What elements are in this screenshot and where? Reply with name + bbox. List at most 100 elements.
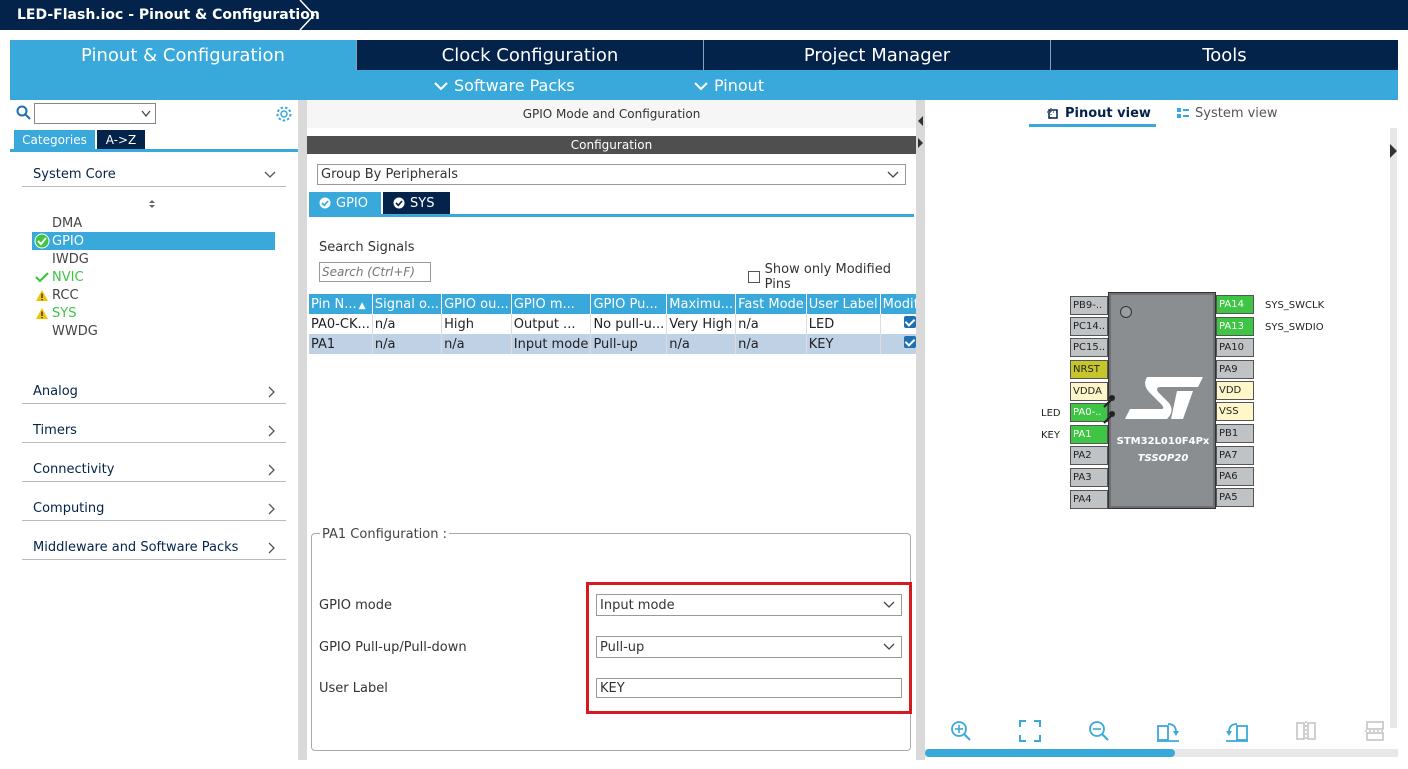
software-packs-menu[interactable]: Software Packs [434,76,575,95]
pin-pb9[interactable]: PB9-.. [1070,296,1108,315]
tab-categories[interactable]: Categories [14,130,95,149]
col-header[interactable]: Fast Mode [735,294,807,314]
list-item-iwdg[interactable]: IWDG [32,250,275,268]
chevron-right-icon [268,542,275,553]
pin-pc14[interactable]: PC14.. [1070,317,1108,336]
pin-table: Pin N... ▲ Signal o... GPIO ou... GPIO m.… [309,294,942,354]
table-cell: LED [806,314,881,334]
splitter-right[interactable] [916,100,925,760]
tab-pinout-view[interactable]: Pinout view [1046,106,1151,121]
warning-icon [32,289,52,302]
tab-gpio[interactable]: GPIO [309,192,381,214]
col-header[interactable]: Pin N... ▲ [309,294,373,314]
tab-system-view[interactable]: System view [1176,106,1278,121]
list-item-sys[interactable]: SYS [32,304,275,322]
col-header[interactable]: GPIO ou... [441,294,512,314]
pin-pa10[interactable]: PA10 [1216,338,1254,357]
section-middleware[interactable]: Middleware and Software Packs [22,536,286,560]
tab-project-manager[interactable]: Project Manager [704,40,1051,70]
collapse-arrow-icon[interactable] [917,116,924,126]
section-timers[interactable]: Timers [22,419,286,443]
tab-tools[interactable]: Tools [1051,40,1398,70]
pin-pa9[interactable]: PA9 [1216,360,1254,379]
tab-clock-configuration[interactable]: Clock Configuration [357,40,704,70]
title-bar: LED-Flash.ioc - Pinout & Configuration [0,0,1408,30]
vertical-scrollbar[interactable] [1390,128,1397,728]
col-header[interactable]: Signal o... [372,294,443,314]
pin-pc15[interactable]: PC15.. [1070,338,1108,357]
pin-pb1[interactable]: PB1 [1216,424,1254,443]
list-item-label: RCC [52,287,79,303]
chevron-right-icon [268,425,275,436]
mcu-chip[interactable]: STM32L010F4Px TSSOP20 [1108,292,1216,509]
pin-pa14[interactable]: PA14 [1216,295,1254,314]
horizontal-scrollbar[interactable] [925,749,1398,757]
show-modified-checkbox[interactable]: Show only Modified Pins [748,262,916,292]
chevron-right-icon [268,386,275,397]
search-combo[interactable] [34,103,156,124]
table-cell: PA1 [309,334,373,354]
list-item-label: IWDG [52,251,89,267]
pin-nrst[interactable]: NRST [1070,360,1108,379]
chevron-right-icon [268,503,275,514]
table-row[interactable]: PA0-CK... n/a High Output ... No pull-u.… [309,314,942,334]
checked-checkbox-icon[interactable] [904,316,917,328]
col-header[interactable]: GPIO Pu... [590,294,668,314]
list-item-gpio[interactable]: GPIO [32,232,275,250]
pin-pa6[interactable]: PA6 [1216,467,1254,486]
section-computing[interactable]: Computing [22,497,286,521]
col-header[interactable]: User Label [806,294,881,314]
pinout-menu-label: Pinout [714,76,765,95]
pinout-menu[interactable]: Pinout [694,76,764,95]
list-icon [1177,107,1189,118]
pin-pa7[interactable]: PA7 [1216,446,1254,465]
list-item-dma[interactable]: DMA [32,214,275,232]
list-item-rcc[interactable]: RCC [32,286,275,304]
zoom-in-icon[interactable] [948,719,974,743]
table-cell: n/a [735,314,807,334]
pa1-configuration-title: PA1 Configuration : [320,527,449,542]
pin-pa5[interactable]: PA5 [1216,488,1254,507]
section-analog[interactable]: Analog [22,380,286,404]
fit-screen-icon[interactable] [1017,719,1043,743]
section-label: Analog [33,384,78,399]
expand-arrow-icon[interactable] [917,138,924,148]
sort-asc-icon: ▲ [358,300,366,311]
tab-a-z[interactable]: A->Z [97,130,145,149]
sort-icon[interactable] [148,199,156,209]
col-header[interactable]: Maximu... [666,294,737,314]
flip-vertical-icon[interactable] [1293,719,1319,743]
section-system-core[interactable]: System Core [22,163,286,187]
list-item-nvic[interactable]: NVIC [32,268,275,286]
pin-vss[interactable]: VSS [1216,402,1254,421]
splitter-left[interactable] [298,100,307,760]
pin-pa2[interactable]: PA2 [1070,446,1108,465]
checked-checkbox-icon[interactable] [904,336,917,348]
rotate-right-icon[interactable] [1155,719,1181,743]
pin-pa1[interactable]: PA1 [1070,425,1108,444]
pin-vdd[interactable]: VDD [1216,381,1254,400]
signal-label-swdio: SYS_SWDIO [1265,322,1324,333]
table-row[interactable]: PA1 n/a n/a Input mode Pull-up n/a n/a K… [309,334,942,354]
zoom-out-icon[interactable] [1086,719,1112,743]
search-signals-input[interactable] [319,262,431,282]
tab-sys[interactable]: SYS [383,192,450,214]
scrollbar-thumb[interactable] [925,749,1175,757]
tab-sys-label: SYS [410,195,435,211]
pin-pa13[interactable]: PA13 [1216,317,1254,336]
scroll-arrow-icon[interactable] [1390,144,1397,158]
flip-horizontal-icon[interactable] [1362,719,1388,743]
list-item-wwdg[interactable]: WWDG [32,322,275,340]
gear-icon[interactable] [275,105,293,123]
table-cell: KEY [806,334,881,354]
tab-pinout-configuration[interactable]: Pinout & Configuration [10,40,357,70]
group-by-select[interactable]: Group By Peripherals [317,164,906,185]
configuration-bar: Configuration [307,136,916,154]
table-cell: High [441,314,512,334]
section-label: Computing [33,501,105,516]
section-connectivity[interactable]: Connectivity [22,458,286,482]
pin-pa4[interactable]: PA4 [1070,490,1108,509]
pin-pa3[interactable]: PA3 [1070,468,1108,487]
rotate-left-icon[interactable] [1224,719,1250,743]
col-header[interactable]: GPIO m... [511,294,592,314]
